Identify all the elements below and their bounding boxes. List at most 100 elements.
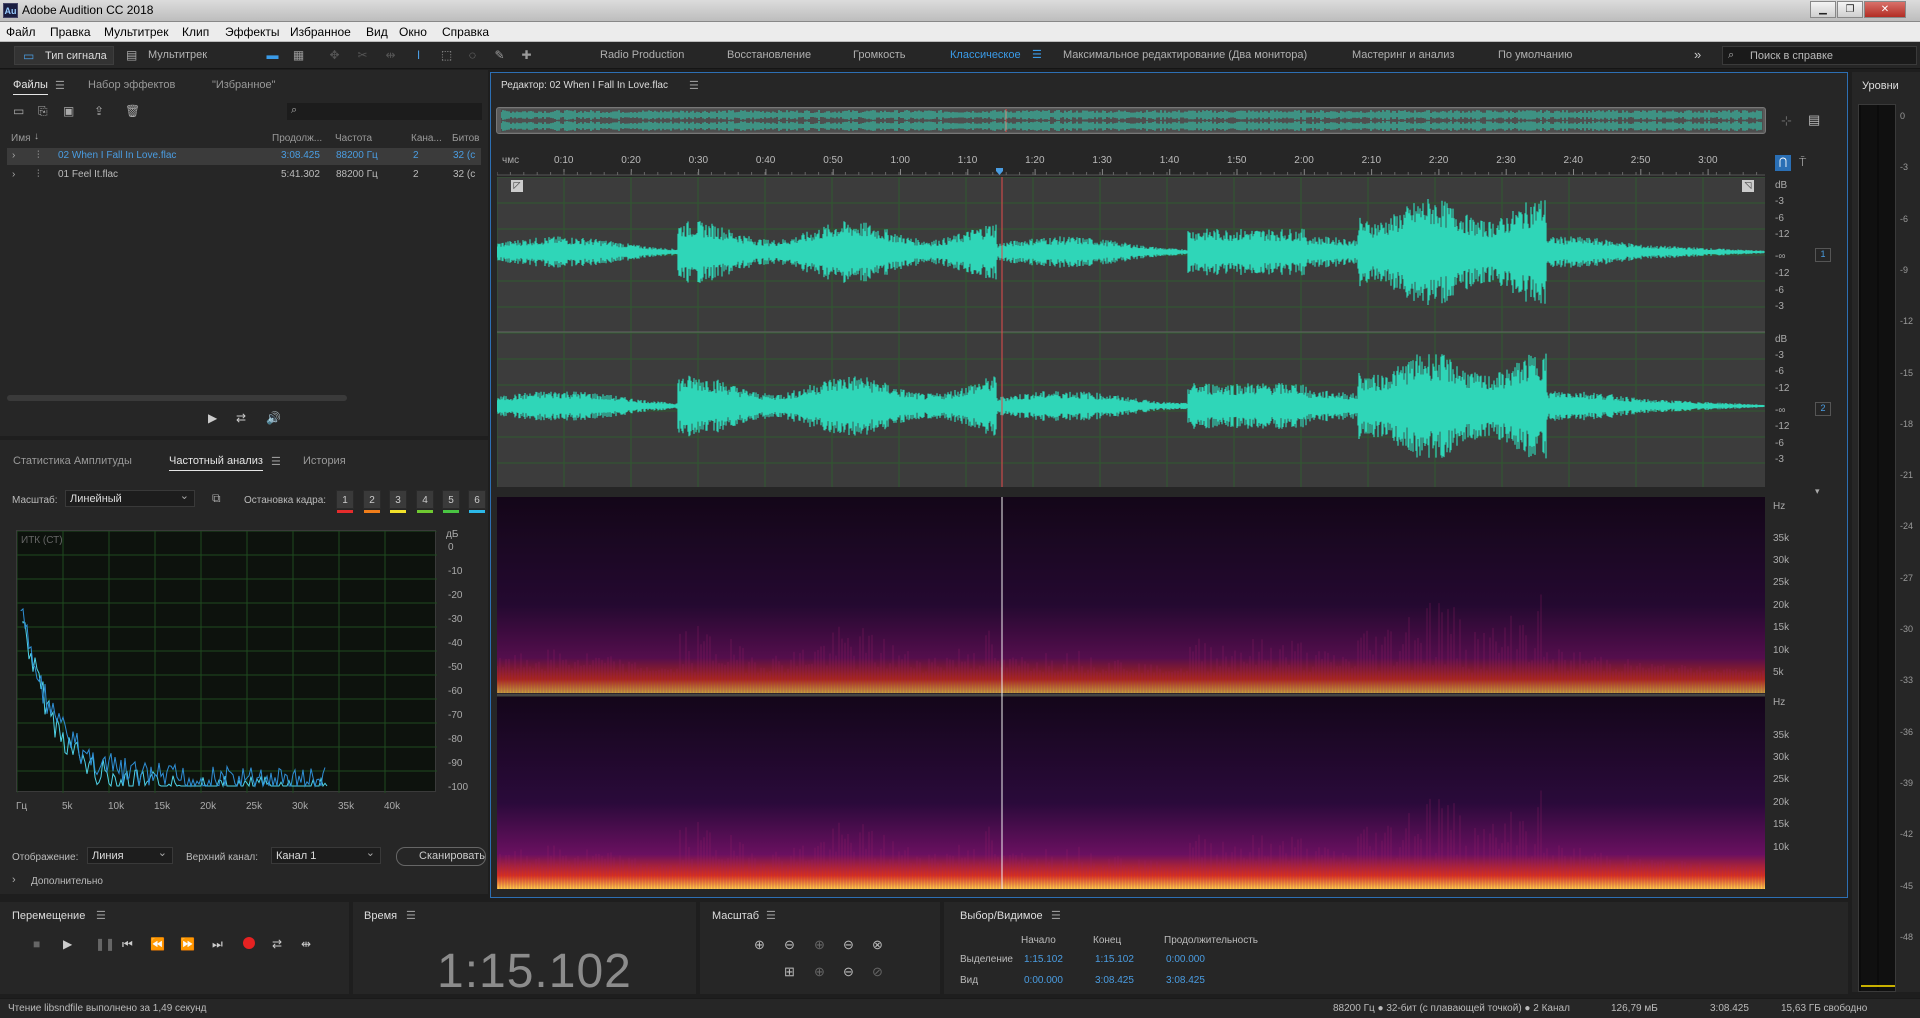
- zoom-menu-icon[interactable]: ☰: [766, 909, 776, 922]
- overview-options-icon[interactable]: ▤: [1808, 112, 1820, 128]
- snap-icon[interactable]: ⋂: [1775, 155, 1791, 171]
- tab-favorites[interactable]: "Избранное": [212, 79, 276, 91]
- auto-play-icon[interactable]: 🔊: [266, 411, 281, 425]
- files-search-input[interactable]: ⌕: [287, 103, 482, 120]
- view-end[interactable]: 3:08.425: [1095, 975, 1134, 986]
- waveform-view-button[interactable]: ▭ Тип сигнала: [14, 46, 114, 65]
- collapse-arrow-icon[interactable]: ▾: [1815, 486, 1820, 497]
- time-display[interactable]: 1:15.102: [437, 944, 632, 999]
- menu-multitrack[interactable]: Мультитрек: [104, 25, 168, 39]
- freeze-frame-button-5[interactable]: 5: [442, 490, 460, 513]
- expand-chevron-icon[interactable]: ›: [12, 150, 15, 161]
- workspace-loudness[interactable]: Громкость: [853, 49, 905, 61]
- menu-edit[interactable]: Правка: [50, 25, 91, 39]
- zoom-reset-icon[interactable]: ⊘: [872, 964, 883, 980]
- delete-file-icon[interactable]: 🗑: [125, 104, 140, 118]
- selection-start[interactable]: 1:15.102: [1024, 954, 1063, 965]
- expand-advanced-icon[interactable]: ›: [12, 874, 16, 886]
- tab-frequency-analysis[interactable]: Частотный анализ: [169, 455, 263, 471]
- freeze-frame-button-6[interactable]: 6: [468, 490, 486, 513]
- channel-dropdown[interactable]: Канал 1: [271, 846, 381, 864]
- column-channels[interactable]: Кана...: [411, 133, 442, 144]
- workspace-radio-production[interactable]: Radio Production: [600, 49, 684, 61]
- display-dropdown[interactable]: Линия: [87, 846, 173, 864]
- record-icon[interactable]: [243, 937, 255, 949]
- menu-effects[interactable]: Эффекты: [225, 25, 280, 39]
- loop-preview-icon[interactable]: ⇄: [236, 411, 246, 425]
- freeze-frame-button-2[interactable]: 2: [363, 490, 381, 513]
- more-workspaces-icon[interactable]: »: [1694, 47, 1701, 62]
- workspace-mastering[interactable]: Мастеринг и анализ: [1352, 49, 1454, 61]
- zoom-in-time-icon[interactable]: ⊕: [814, 937, 825, 953]
- workspace-restoration[interactable]: Восстановление: [727, 49, 811, 61]
- fade-out-handle-icon[interactable]: ◹: [1742, 180, 1754, 192]
- column-rate[interactable]: Частота: [335, 133, 372, 144]
- show-waveform-icon[interactable]: ▬: [264, 47, 281, 63]
- fast-forward-icon[interactable]: ⏩: [180, 937, 195, 951]
- pause-icon[interactable]: ❚❚: [95, 937, 115, 951]
- rewind-icon[interactable]: ⏪: [150, 937, 165, 951]
- view-duration[interactable]: 3:08.425: [1166, 975, 1205, 986]
- editor-menu-icon[interactable]: ☰: [689, 79, 699, 92]
- brush-tool-icon[interactable]: ✎: [491, 47, 508, 63]
- tab-effects-rack[interactable]: Набор эффектов: [88, 79, 175, 91]
- files-scrollbar[interactable]: [7, 395, 347, 401]
- show-spectral-icon[interactable]: ▦: [290, 47, 307, 63]
- new-file-icon[interactable]: ▣: [63, 104, 74, 118]
- channel-2-toggle[interactable]: 2: [1815, 402, 1831, 416]
- zoom-in-amplitude-icon[interactable]: ⊕: [754, 937, 765, 953]
- column-name[interactable]: Имя: [11, 133, 30, 144]
- scale-dropdown[interactable]: Линейный: [65, 489, 195, 507]
- zoom-out-amplitude-icon[interactable]: ⊖: [784, 937, 795, 953]
- file-row[interactable]: › ⫶ 01 Feel It.flac 5:41.302 88200 Гц 2 …: [7, 167, 481, 184]
- zoom-out-point-icon[interactable]: ⊖: [843, 964, 854, 980]
- menu-window[interactable]: Окно: [399, 25, 427, 39]
- freeze-copy-icon[interactable]: ⧉: [212, 491, 221, 506]
- razor-tool-icon[interactable]: ✂: [354, 47, 371, 63]
- menu-favorites[interactable]: Избранное: [290, 25, 351, 39]
- workspace-menu-icon[interactable]: ☰: [1032, 48, 1042, 61]
- column-duration[interactable]: Продолж...: [272, 133, 322, 144]
- transport-menu-icon[interactable]: ☰: [96, 909, 106, 922]
- selection-menu-icon[interactable]: ☰: [1051, 909, 1061, 922]
- minimize-button[interactable]: ▁: [1810, 1, 1836, 18]
- time-menu-icon[interactable]: ☰: [406, 909, 416, 922]
- scan-button[interactable]: Сканировать: [396, 847, 486, 866]
- help-search-input[interactable]: ⌕ Поиск в справке: [1722, 46, 1917, 65]
- zoom-in-point-icon[interactable]: ⊕: [814, 964, 825, 980]
- menu-view[interactable]: Вид: [366, 25, 388, 39]
- play-icon[interactable]: ▶: [63, 937, 72, 951]
- files-panel-menu-icon[interactable]: ☰: [55, 79, 65, 92]
- zoom-to-selection-icon[interactable]: ⊞: [784, 964, 795, 980]
- freeze-frame-button-3[interactable]: 3: [389, 490, 407, 513]
- freeze-frame-button-1[interactable]: 1: [336, 490, 354, 513]
- selection-end[interactable]: 1:15.102: [1095, 954, 1134, 965]
- stop-icon[interactable]: ■: [33, 937, 40, 951]
- tab-history[interactable]: История: [303, 455, 346, 467]
- zoom-navigator-icon[interactable]: ⊹: [1781, 113, 1792, 129]
- workspace-default[interactable]: По умолчанию: [1498, 49, 1572, 61]
- import-file-icon[interactable]: ⎘: [38, 104, 48, 119]
- slip-tool-icon[interactable]: ⇹: [382, 47, 399, 63]
- open-file-icon[interactable]: ▭: [13, 104, 24, 118]
- workspace-classic[interactable]: Классическое: [950, 49, 1021, 61]
- menu-file[interactable]: Файл: [6, 25, 36, 39]
- zoom-out-full-icon[interactable]: ⊗: [872, 937, 883, 953]
- multitrack-view-button[interactable]: ▤ Мультитрек: [120, 46, 220, 65]
- channel-1-toggle[interactable]: 1: [1815, 248, 1831, 262]
- waveform-area[interactable]: [497, 177, 1765, 487]
- close-window-button[interactable]: ✕: [1864, 1, 1906, 18]
- lasso-tool-icon[interactable]: ◌: [464, 47, 481, 63]
- loop-playback-icon[interactable]: ⇄: [272, 937, 282, 951]
- overview-navigator[interactable]: [496, 107, 1766, 134]
- go-to-start-icon[interactable]: ⏮: [122, 937, 133, 952]
- tab-amplitude-statistics[interactable]: Статистика Амплитуды: [13, 455, 132, 467]
- move-tool-icon[interactable]: ✥: [326, 47, 343, 63]
- menu-clip[interactable]: Клип: [182, 25, 209, 39]
- insert-into-multitrack-icon[interactable]: ⇪: [94, 104, 104, 118]
- tab-files[interactable]: Файлы: [13, 79, 48, 95]
- play-preview-icon[interactable]: ▶: [208, 411, 217, 425]
- analysis-menu-icon[interactable]: ☰: [271, 455, 281, 468]
- freeze-frame-button-4[interactable]: 4: [416, 490, 434, 513]
- marker-icon[interactable]: ⍑: [1799, 155, 1806, 170]
